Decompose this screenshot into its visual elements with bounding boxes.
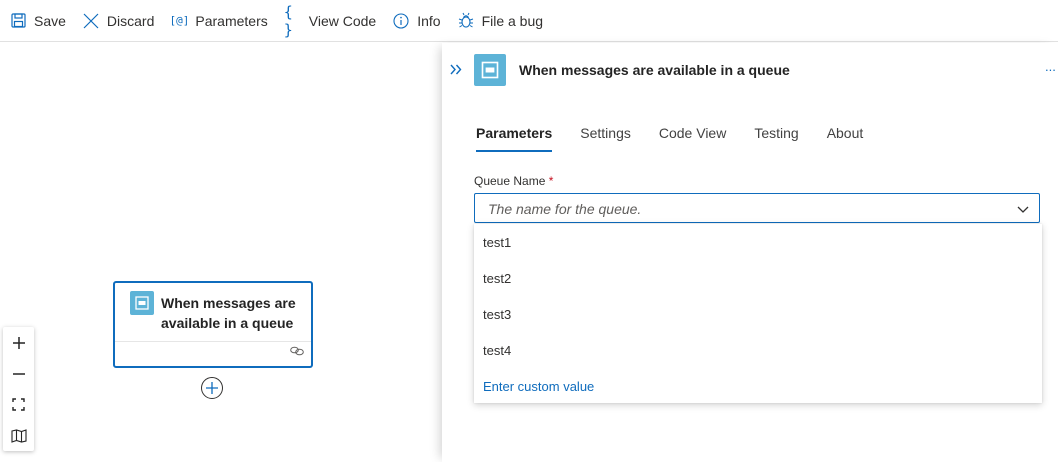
- tab-settings[interactable]: Settings: [580, 125, 631, 152]
- trigger-card-title: When messages are available in a queue: [161, 295, 296, 331]
- save-button[interactable]: Save: [7, 6, 72, 36]
- dropdown-option[interactable]: test3: [474, 296, 1042, 332]
- parameters-button[interactable]: [@] Parameters: [168, 6, 273, 36]
- trigger-card-footer: [115, 341, 311, 366]
- required-mark: *: [548, 174, 554, 188]
- dropdown-option[interactable]: test1: [474, 224, 1042, 260]
- info-icon: [392, 12, 410, 30]
- fit-view-icon: [12, 398, 25, 411]
- zoom-in-button[interactable]: [3, 327, 34, 358]
- panel-tabs: Parameters Settings Code View Testing Ab…: [476, 125, 891, 152]
- chevron-down-icon[interactable]: [1017, 202, 1029, 220]
- zoom-in-icon: [12, 336, 25, 349]
- minimap-button[interactable]: [3, 420, 34, 451]
- add-step-button[interactable]: [201, 377, 223, 399]
- plus-icon: [206, 382, 218, 394]
- queue-name-dropdown: test1 test2 test3 test4 Enter custom val…: [474, 224, 1042, 403]
- more-options-icon[interactable]: ...: [1045, 59, 1056, 74]
- code-icon: { }: [283, 2, 293, 39]
- link-icon: [290, 343, 304, 361]
- tab-testing[interactable]: Testing: [754, 125, 798, 152]
- parameters-label: Parameters: [195, 12, 268, 29]
- fit-view-button[interactable]: [3, 389, 34, 420]
- tab-parameters[interactable]: Parameters: [476, 125, 553, 152]
- dropdown-option[interactable]: test2: [474, 260, 1042, 296]
- queue-icon: [130, 291, 154, 315]
- tab-about[interactable]: About: [827, 125, 864, 152]
- zoom-out-icon: [12, 372, 25, 375]
- discard-button[interactable]: Discard: [80, 6, 160, 36]
- details-panel: When messages are available in a queue .…: [442, 43, 1058, 462]
- file-bug-label: File a bug: [481, 12, 544, 29]
- queue-name-combobox[interactable]: The name for the queue.: [474, 193, 1040, 223]
- close-icon: [82, 12, 100, 30]
- minimap-icon: [10, 428, 27, 443]
- zoom-controls: [3, 327, 34, 451]
- panel-title: When messages are available in a queue: [519, 62, 790, 78]
- view-code-button[interactable]: { } View Code: [282, 2, 382, 39]
- queue-name-placeholder: The name for the queue.: [488, 201, 642, 217]
- info-label: Info: [417, 12, 441, 29]
- file-bug-button[interactable]: File a bug: [455, 6, 549, 36]
- info-button[interactable]: Info: [390, 6, 446, 36]
- queue-name-label: Queue Name *: [474, 174, 553, 188]
- parameters-icon: [@]: [169, 14, 190, 27]
- toolbar: Save Discard [@] Parameters { } View Cod…: [0, 0, 1058, 42]
- trigger-card[interactable]: When messages are available in a queue: [113, 281, 313, 368]
- enter-custom-value-option[interactable]: Enter custom value: [474, 368, 1042, 404]
- designer-canvas[interactable]: When messages are available in a queue: [0, 43, 442, 462]
- discard-label: Discard: [106, 12, 155, 29]
- queue-icon: [474, 54, 506, 86]
- dropdown-option[interactable]: test4: [474, 332, 1042, 368]
- view-code-label: View Code: [308, 12, 377, 29]
- queue-name-label-text: Queue Name: [474, 174, 546, 188]
- save-icon: [9, 12, 27, 30]
- bug-icon: [457, 12, 475, 30]
- save-label: Save: [34, 12, 66, 29]
- tab-code-view[interactable]: Code View: [659, 125, 726, 152]
- collapse-panel-icon[interactable]: [450, 62, 462, 79]
- zoom-out-button[interactable]: [3, 358, 34, 389]
